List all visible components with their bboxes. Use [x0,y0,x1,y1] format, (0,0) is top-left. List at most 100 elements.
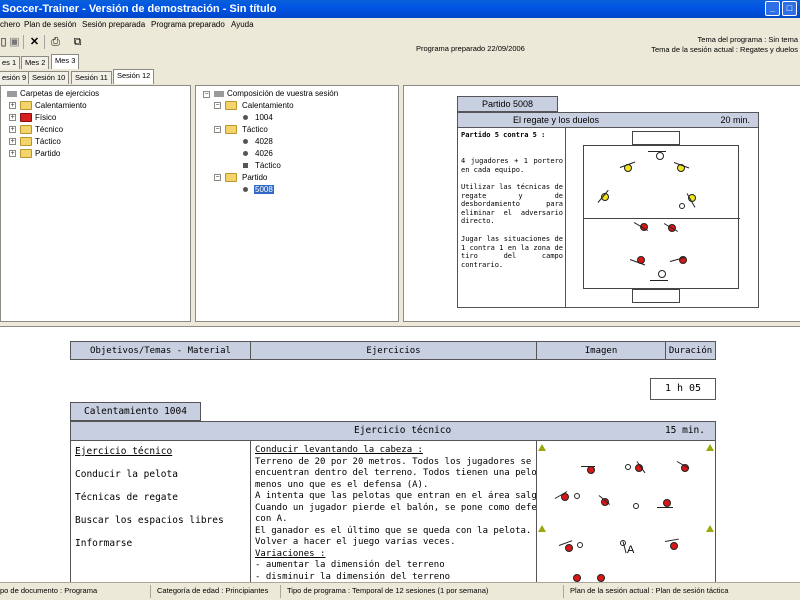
save-icon[interactable]: ▣ [7,35,22,49]
menu-file[interactable]: chero [0,20,20,29]
tab-session-11[interactable]: Sesión 11 [71,71,112,84]
direction-arrow [650,280,668,281]
session-composition-panel: − Composición de vuestra sesión − Calent… [195,85,399,322]
print-icon[interactable]: ⎙ [48,35,63,49]
menu-help[interactable]: Ayuda [231,20,254,29]
menu-prepared-program[interactable]: Programa preparado [151,20,225,29]
tree-group-match[interactable]: Partido [242,172,267,183]
tree-root-exercise-folders[interactable]: Carpetas de ejercicios [7,88,99,99]
tab-month-1[interactable]: es 1 [0,56,21,69]
preview-description: Partido 5 contra 5 : 4 jugadores + 1 por… [457,127,566,308]
tab-session-12[interactable]: Sesión 12 [113,69,155,84]
top-goal [632,131,680,145]
exercise-line: A intenta que las pelotas que entran en … [255,491,554,501]
menu-session-plan[interactable]: Plan de sesión [24,20,76,29]
direction-arrow [581,466,595,467]
tree-root-label: Carpetas de ejercicios [20,89,100,98]
tree-item-5008-selected[interactable]: 5008 [254,184,274,195]
exercise-line: menos uno que es el defensa (A). [255,479,429,490]
exercise-line: El ganador es el último que se queda con… [255,525,532,536]
tree-folder-tactical[interactable]: Táctico [35,136,61,147]
column-objectives: Objetivos/Temas - Material [70,341,251,360]
exercise-line: con A. [255,514,288,524]
tree-item-1004[interactable]: 1004 [255,112,273,123]
warmup-duration: 15 min. [664,425,705,436]
warmup-tab[interactable]: Calentamiento 1004 [70,402,201,421]
tab-month-3[interactable]: Mes 3 [51,54,80,69]
tree-folder-technical[interactable]: Técnico [35,124,63,135]
status-session-plan: Plan de la sesión actual : Plan de sesió… [570,586,729,595]
expand-icon[interactable]: + [9,138,16,145]
maximize-icon[interactable]: □ [782,1,797,16]
tree-folder-warmup[interactable]: Calentamiento [35,100,87,111]
tree-folder-physical[interactable]: Físico [35,112,56,123]
collapse-icon[interactable]: − [214,126,221,133]
exercise-image-cell: A [536,440,716,582]
program-theme: Tema del programa : Sin tema [697,35,798,44]
status-program-type: Tipo de programa : Temporal de 12 sesion… [287,586,489,595]
window-title: Soccer-Trainer - Versión de demostración… [2,3,277,15]
minimize-icon[interactable]: _ [765,1,780,16]
toolbar-separator [23,35,24,49]
toolbar-separator [44,35,45,49]
expand-icon[interactable]: + [9,126,16,133]
tab-session-9[interactable]: esión 9 [0,71,31,84]
preview-title: El regate y los duelos [513,115,600,125]
tree-group-warmup[interactable]: Calentamiento [242,100,294,111]
warmup-section-header: Ejercicio técnico 15 min. [70,421,716,441]
title-bar: Soccer-Trainer - Versión de demostración… [0,0,800,18]
tree-item-tactical-theme[interactable]: Táctico [255,160,281,171]
direction-arrow [648,151,666,152]
menu-bar: chero Plan de sesión Sesión preparada Pr… [0,18,800,32]
red-player [670,542,678,550]
tree-folder-match[interactable]: Partido [35,148,60,159]
tree-group-tactical[interactable]: Táctico [242,124,268,135]
folder-icon [20,149,32,158]
delete-icon[interactable]: ✕ [27,35,42,49]
folder-icon [20,101,32,110]
total-duration: 1 h 05 [650,378,716,400]
collapse-icon[interactable]: − [214,102,221,109]
goalkeeper-bottom [658,270,666,278]
export-icon[interactable]: ⧉ [70,35,85,49]
folder-icon [20,137,32,146]
objective-item: Ejercicio técnico [75,446,173,457]
status-separator [280,585,281,598]
collapse-icon[interactable]: − [214,174,221,181]
exercise-line: Conducir levantando la cabeza : [255,445,423,455]
exercise-dot-icon [243,115,248,120]
exercise-line: Volver a hacer el juego varias veces. [255,537,456,547]
status-separator [150,585,151,598]
preview-tab[interactable]: Partido 5008 [457,96,558,112]
column-duration: Duración [665,341,716,360]
warmup-section-title: Ejercicio técnico [354,425,452,436]
expand-icon[interactable]: + [9,102,16,109]
tab-month-2[interactable]: Mes 2 [21,56,50,69]
folder-icon [225,101,237,110]
column-image: Imagen [536,341,666,360]
red-player [663,499,671,507]
menu-prepared-session[interactable]: Sesión preparada [82,20,145,29]
folder-icon [20,113,32,122]
red-player [565,544,573,552]
ball [679,203,685,209]
tree-item-4026[interactable]: 4026 [255,148,273,159]
exercises-cell: Conducir levantando la cabeza : Terreno … [250,440,553,582]
objective-item: Informarse [75,538,133,549]
composition-root-icon [214,90,224,97]
tree-item-4028[interactable]: 4028 [255,136,273,147]
expand-icon[interactable]: + [9,150,16,157]
objective-item: Técnicas de regate [75,492,178,503]
selected-label: 5008 [254,185,274,194]
exercise-line: - aumentar la dimensión del terreno [255,560,445,570]
folder-icon [225,173,237,182]
program-prepared-date: Programa preparado 22/09/2006 [416,44,525,53]
tree-root-session-composition[interactable]: Composición de vuestra sesión [214,88,338,99]
expand-icon[interactable]: + [9,114,16,121]
exercise-line: Cuando un jugador pierde el balón, se po… [255,502,554,513]
preview-header: El regate y los duelos 20 min. [457,112,759,128]
ball [625,464,631,470]
preview-duration: 20 min. [720,115,750,125]
collapse-icon[interactable]: − [203,91,210,98]
tab-session-10[interactable]: Sesión 10 [28,71,70,84]
